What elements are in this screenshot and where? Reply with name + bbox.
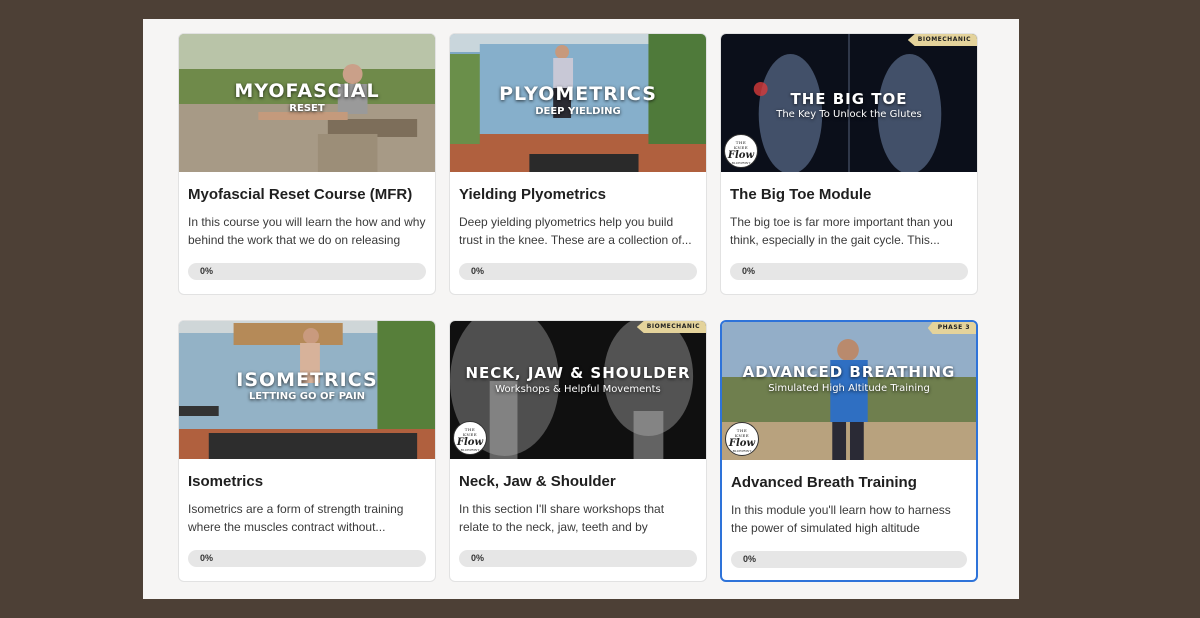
thumbnail-title: MYOFASCIAL [234, 80, 380, 102]
thumbnail-title: NECK, JAW & SHOULDER [465, 364, 691, 382]
course-grid-panel: MYOFASCIAL RESET Myofascial Reset Course… [143, 19, 1019, 599]
thumbnail-title: PLYOMETRICS [499, 83, 657, 105]
thumbnail-title: ISOMETRICS [236, 369, 378, 391]
progress-bar: 0% [730, 263, 968, 280]
progress-bar: 0% [188, 263, 426, 280]
thumbnail-subtitle: Simulated High Altitude Training [768, 383, 930, 394]
course-thumbnail: MYOFASCIAL RESET [179, 34, 435, 172]
course-thumbnail: ISOMETRICS LETTING GO OF PAIN [179, 321, 435, 459]
course-description: In this section I'll share workshops tha… [459, 502, 665, 534]
thumbnail-subtitle: LETTING GO OF PAIN [248, 391, 366, 402]
course-title: Myofascial Reset Course (MFR) [188, 186, 413, 203]
brand-logo: THE KNEE Flow BLUEPRINT [725, 422, 759, 456]
progress-bar: 0% [459, 263, 697, 280]
course-title: The Big Toe Module [730, 186, 872, 203]
course-card-neck-jaw-shoulder[interactable]: BIOMECHANIC NECK, JAW & SHOULDER Worksho… [449, 320, 707, 582]
brand-logo: THE KNEE Flow BLUEPRINT [724, 134, 758, 168]
course-thumbnail: PHASE 3 ADVANCED BREATHING Simulated Hig… [722, 322, 976, 460]
course-description: The big toe is far more important than y… [730, 215, 953, 247]
logo-line: Flow [728, 438, 756, 449]
logo-line: Flow [727, 150, 755, 161]
course-card-advanced-breath-training[interactable]: PHASE 3 ADVANCED BREATHING Simulated Hig… [720, 320, 978, 582]
course-description: Deep yielding plyometrics help you build… [459, 215, 692, 247]
course-thumbnail: BIOMECHANIC NECK, JAW & SHOULDER Worksho… [450, 321, 706, 459]
thumbnail-subtitle: RESET [289, 103, 325, 114]
course-title: Neck, Jaw & Shoulder [459, 473, 616, 490]
thumbnail-subtitle: The Key To Unlock the Glutes [776, 109, 922, 120]
category-badge: BIOMECHANIC [636, 321, 706, 333]
course-card-myofascial-reset[interactable]: MYOFASCIAL RESET Myofascial Reset Course… [178, 33, 436, 295]
brand-logo: THE KNEE Flow BLUEPRINT [453, 421, 487, 455]
course-card-isometrics[interactable]: ISOMETRICS LETTING GO OF PAIN Isometrics… [178, 320, 436, 582]
logo-line: Flow [456, 437, 484, 448]
logo-line: BLUEPRINT [460, 448, 480, 452]
progress-label: 0% [742, 266, 756, 276]
course-description: Isometrics are a form of strength traini… [188, 502, 404, 534]
category-badge: BIOMECHANIC [907, 34, 977, 46]
logo-line: BLUEPRINT [732, 449, 752, 453]
course-thumbnail: BIOMECHANIC THE BIG TOE The Key To Unloc… [721, 34, 977, 172]
course-card-big-toe[interactable]: BIOMECHANIC THE BIG TOE The Key To Unloc… [720, 33, 978, 295]
progress-label: 0% [743, 554, 757, 564]
progress-label: 0% [471, 553, 485, 563]
thumbnail-subtitle: DEEP YIELDING [535, 106, 621, 117]
progress-label: 0% [200, 553, 214, 563]
thumbnail-title: THE BIG TOE [790, 90, 908, 108]
course-title: Yielding Plyometrics [459, 186, 606, 203]
progress-label: 0% [200, 266, 214, 276]
logo-line: BLUEPRINT [731, 161, 751, 165]
thumbnail-subtitle: Workshops & Helpful Movements [495, 384, 661, 395]
course-description: In this module you'll learn how to harne… [731, 503, 951, 535]
course-title: Isometrics [188, 473, 264, 490]
course-description: In this course you will learn the how an… [188, 215, 426, 247]
course-card-yielding-plyometrics[interactable]: PLYOMETRICS DEEP YIELDING Yielding Plyom… [449, 33, 707, 295]
progress-bar: 0% [459, 550, 697, 567]
progress-bar: 0% [188, 550, 426, 567]
progress-label: 0% [471, 266, 485, 276]
category-badge: PHASE 3 [927, 322, 976, 334]
course-thumbnail: PLYOMETRICS DEEP YIELDING [450, 34, 706, 172]
course-title: Advanced Breath Training [731, 474, 917, 491]
progress-bar: 0% [731, 551, 967, 568]
thumbnail-title: ADVANCED BREATHING [742, 363, 956, 381]
